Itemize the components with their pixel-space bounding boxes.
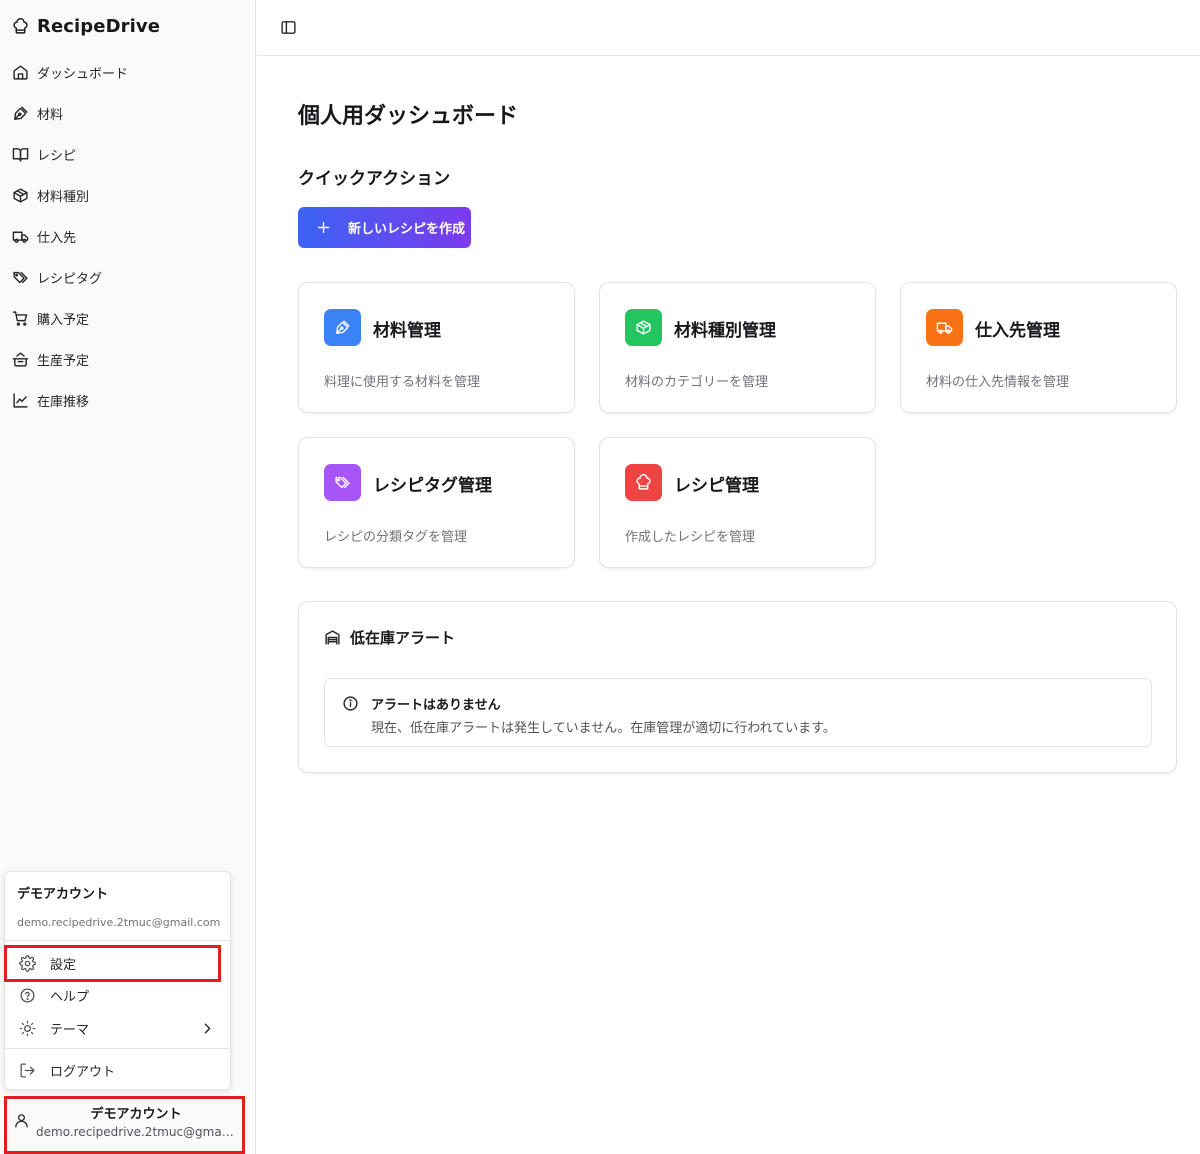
- card-icon-box: [324, 464, 361, 501]
- sidebar-item-label: 購入予定: [37, 313, 90, 328]
- alert-section-title: 低在庫アラート: [350, 629, 456, 647]
- sidebar-nav: ダッシュボード 材料 レシピ 材料種別 仕入先 レシピタグ 購入予定 生産予定: [0, 52, 256, 421]
- account-name: デモアカウント: [90, 1107, 182, 1122]
- plus-icon: [315, 219, 332, 236]
- sidebar-item-label: 仕入先: [37, 231, 77, 246]
- divider: [5, 940, 230, 941]
- chevron-right-icon: [199, 1020, 216, 1037]
- card-title: レシピ管理: [674, 476, 759, 496]
- truck-icon: [936, 319, 953, 336]
- menu-item-theme[interactable]: テーマ: [9, 1013, 226, 1043]
- home-icon: [12, 64, 29, 81]
- cooking-pot-icon: [12, 351, 29, 368]
- pen-tool-icon: [334, 319, 351, 336]
- alert-message-box: アラートはありません 現在、低在庫アラートは発生していません。在庫管理が適切に行…: [324, 678, 1152, 747]
- sidebar-item-purchase-plan[interactable]: 購入予定: [0, 298, 256, 339]
- chef-hat-icon: [12, 17, 29, 35]
- sidebar-item-label: 在庫推移: [37, 395, 90, 410]
- low-stock-alert-card: 低在庫アラート アラートはありません 現在、低在庫アラートは発生していません。在…: [298, 601, 1177, 773]
- top-bar: [257, 0, 1200, 56]
- account-menu-email: demo.recipedrive.2tmuc@gmail.com: [17, 916, 221, 929]
- sidebar-item-label: 生産予定: [37, 354, 90, 369]
- sidebar-item-recipes[interactable]: レシピ: [0, 134, 256, 175]
- sidebar-item-label: 材料種別: [37, 190, 90, 205]
- alert-header: 低在庫アラート: [324, 627, 455, 648]
- app-name: RecipeDrive: [37, 15, 161, 37]
- card-title: 材料管理: [373, 321, 441, 341]
- truck-icon: [12, 228, 29, 245]
- card-recipe-tags[interactable]: レシピタグ管理 レシピの分類タグを管理: [298, 437, 575, 568]
- account-email: demo.recipedrive.2tmuc@gmail.com: [36, 1125, 234, 1139]
- gear-icon: [19, 954, 36, 972]
- sidebar-item-recipe-tags[interactable]: レシピタグ: [0, 257, 256, 298]
- tags-icon: [12, 269, 29, 286]
- card-icon-box: [625, 464, 662, 501]
- sidebar: RecipeDrive ダッシュボード 材料 レシピ 材料種別 仕入先 レシピタ…: [0, 0, 256, 1154]
- log-out-icon: [19, 1062, 36, 1079]
- menu-item-settings[interactable]: 設定: [9, 948, 226, 978]
- user-icon: [13, 1112, 30, 1129]
- alert-message-title: アラートはありません: [371, 698, 501, 713]
- create-recipe-button[interactable]: 新しいレシピを作成: [298, 207, 471, 248]
- sidebar-item-ingredients[interactable]: 材料: [0, 93, 256, 134]
- sidebar-item-stock-trend[interactable]: 在庫推移: [0, 380, 256, 421]
- card-description: 材料のカテゴリーを管理: [625, 375, 769, 390]
- card-description: 材料の仕入先情報を管理: [926, 375, 1070, 390]
- sidebar-item-production-plan[interactable]: 生産予定: [0, 339, 256, 380]
- sidebar-item-label: 材料: [37, 108, 64, 123]
- card-description: 料理に使用する材料を管理: [324, 375, 481, 390]
- card-description: レシピの分類タグを管理: [324, 530, 468, 545]
- tags-icon: [334, 474, 351, 491]
- account-menu: デモアカウント demo.recipedrive.2tmuc@gmail.com…: [4, 871, 231, 1090]
- menu-item-label: 設定: [50, 957, 77, 973]
- card-title: レシピタグ管理: [373, 476, 492, 496]
- menu-item-logout[interactable]: ログアウト: [9, 1055, 226, 1085]
- card-recipes[interactable]: レシピ管理 作成したレシピを管理: [599, 437, 876, 568]
- package-icon: [635, 319, 652, 336]
- chart-line-icon: [12, 392, 29, 409]
- page-title: 個人用ダッシュボード: [298, 104, 519, 129]
- info-icon: [342, 695, 359, 712]
- sidebar-item-dashboard[interactable]: ダッシュボード: [0, 52, 256, 93]
- sidebar-item-label: レシピ: [37, 149, 77, 164]
- account-menu-name: デモアカウント: [17, 887, 109, 902]
- card-icon-box: [324, 309, 361, 346]
- card-title: 仕入先管理: [975, 321, 1060, 341]
- account-info: デモアカウント demo.recipedrive.2tmuc@gmail.com: [36, 1103, 236, 1139]
- card-suppliers[interactable]: 仕入先管理 材料の仕入先情報を管理: [900, 282, 1177, 413]
- brand[interactable]: RecipeDrive: [12, 12, 160, 40]
- alert-message-description: 現在、低在庫アラートは発生していません。在庫管理が適切に行われています。: [371, 721, 836, 736]
- menu-item-help[interactable]: ヘルプ: [9, 980, 226, 1010]
- quick-actions-title: クイックアクション: [298, 169, 451, 189]
- help-circle-icon: [19, 987, 36, 1004]
- sidebar-item-label: ダッシュボード: [37, 67, 129, 82]
- menu-item-label: ログアウト: [50, 1064, 116, 1080]
- menu-item-label: テーマ: [50, 1022, 90, 1038]
- card-ingredient-types[interactable]: 材料種別管理 材料のカテゴリーを管理: [599, 282, 876, 413]
- package-icon: [12, 187, 29, 204]
- account-button[interactable]: デモアカウント demo.recipedrive.2tmuc@gmail.com: [6, 1098, 243, 1152]
- chef-hat-icon: [635, 474, 652, 491]
- sidebar-item-ingredient-types[interactable]: 材料種別: [0, 175, 256, 216]
- pen-tool-icon: [12, 105, 29, 122]
- warehouse-icon: [324, 629, 341, 646]
- sun-icon: [19, 1020, 36, 1037]
- panel-left-icon: [280, 19, 297, 36]
- card-ingredients[interactable]: 材料管理 料理に使用する材料を管理: [298, 282, 575, 413]
- book-open-icon: [12, 146, 29, 163]
- divider: [5, 1048, 230, 1049]
- sidebar-item-suppliers[interactable]: 仕入先: [0, 216, 256, 257]
- sidebar-item-label: レシピタグ: [37, 272, 103, 287]
- menu-item-label: ヘルプ: [50, 989, 90, 1005]
- card-icon-box: [625, 309, 662, 346]
- sidebar-toggle-button[interactable]: [277, 16, 299, 38]
- cart-icon: [12, 310, 29, 327]
- card-icon-box: [926, 309, 963, 346]
- create-recipe-label: 新しいレシピを作成: [348, 222, 466, 237]
- card-description: 作成したレシピを管理: [625, 530, 756, 545]
- card-title: 材料種別管理: [674, 321, 776, 341]
